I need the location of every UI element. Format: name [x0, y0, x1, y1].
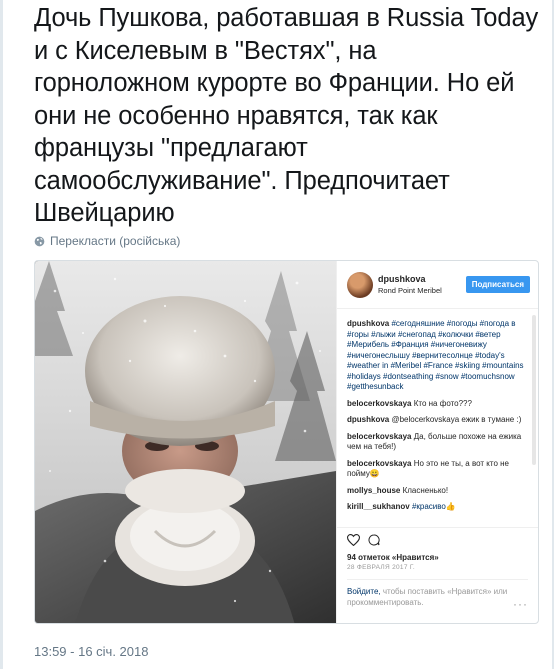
likes-count[interactable]: 94 отметок «Нравится»	[347, 553, 528, 562]
comment-item: belocerkovskaya Кто на фото???	[347, 399, 528, 410]
tweet-timestamp[interactable]: 13:59 - 16 січ. 2018	[34, 644, 148, 659]
comment-text: #красиво👍	[411, 502, 456, 511]
follow-button[interactable]: Подписаться	[465, 276, 530, 293]
translate-label: Перекласти (російська)	[50, 234, 181, 248]
tweet-text: Дочь Пушкова, работавшая в Russia Today …	[34, 4, 539, 227]
instagram-header: dpushkova Rond Point Meribel Подписаться	[337, 261, 538, 309]
comment-user[interactable]: belocerkovskaya	[347, 432, 412, 441]
post-date: 28 ФЕВРАЛЯ 2017 Г.	[347, 564, 415, 571]
instagram-location[interactable]: Rond Point Meribel	[378, 285, 466, 296]
comment-user[interactable]: kirill__sukhanov	[347, 502, 410, 511]
comment-user[interactable]: belocerkovskaya	[347, 399, 412, 408]
comment-item: dpushkova @belocerkovskaya ежик в тумане…	[347, 415, 528, 426]
globe-icon	[34, 236, 45, 247]
comment-text: Класненько!	[402, 485, 449, 495]
comment-item: belocerkovskaya Да, больше похоже на ежи…	[347, 432, 528, 453]
login-link[interactable]: Войдите,	[347, 587, 381, 596]
comment-item: mollys_house Класненько!	[347, 486, 528, 497]
instagram-footer: 94 отметок «Нравится» 28 ФЕВРАЛЯ 2017 Г.…	[337, 527, 538, 623]
action-bar	[346, 533, 528, 551]
instagram-embed[interactable]: dpushkova Rond Point Meribel Подписаться…	[34, 260, 539, 624]
instagram-sidebar: dpushkova Rond Point Meribel Подписаться…	[336, 261, 538, 623]
instagram-photo[interactable]	[35, 261, 336, 623]
comment-text: @belocerkovskaya ежик в тумане :)	[391, 415, 522, 424]
comments-list[interactable]: dpushkova #сегодняшние #погоды #погода в…	[337, 309, 538, 527]
heart-icon[interactable]	[346, 533, 361, 551]
instagram-username[interactable]: dpushkova	[378, 274, 466, 285]
caption-user[interactable]: dpushkova	[347, 319, 389, 328]
comments-scrollbar[interactable]	[532, 315, 536, 465]
comment-user[interactable]: mollys_house	[347, 486, 400, 495]
caption: dpushkova #сегодняшние #погоды #погода в…	[347, 319, 528, 393]
avatar[interactable]	[347, 271, 373, 298]
comment-item: kirill__sukhanov #красиво👍	[347, 502, 528, 513]
left-border	[0, 0, 3, 669]
comment-user[interactable]: dpushkova	[347, 415, 389, 424]
comment-item: belocerkovskaya Но это не ты, а вот кто …	[347, 459, 528, 480]
caption-text[interactable]: #сегодняшние #погоды #погода в #горы #лы…	[347, 319, 524, 391]
login-prompt: Войдите, чтобы поставить «Нравится» или …	[347, 579, 528, 608]
comment-icon[interactable]	[368, 533, 380, 551]
more-options-button[interactable]: ···	[513, 597, 528, 611]
comment-user[interactable]: belocerkovskaya	[347, 459, 412, 468]
comment-text: Кто на фото???	[413, 398, 472, 408]
translate-link[interactable]: Перекласти (російська)	[34, 234, 180, 248]
